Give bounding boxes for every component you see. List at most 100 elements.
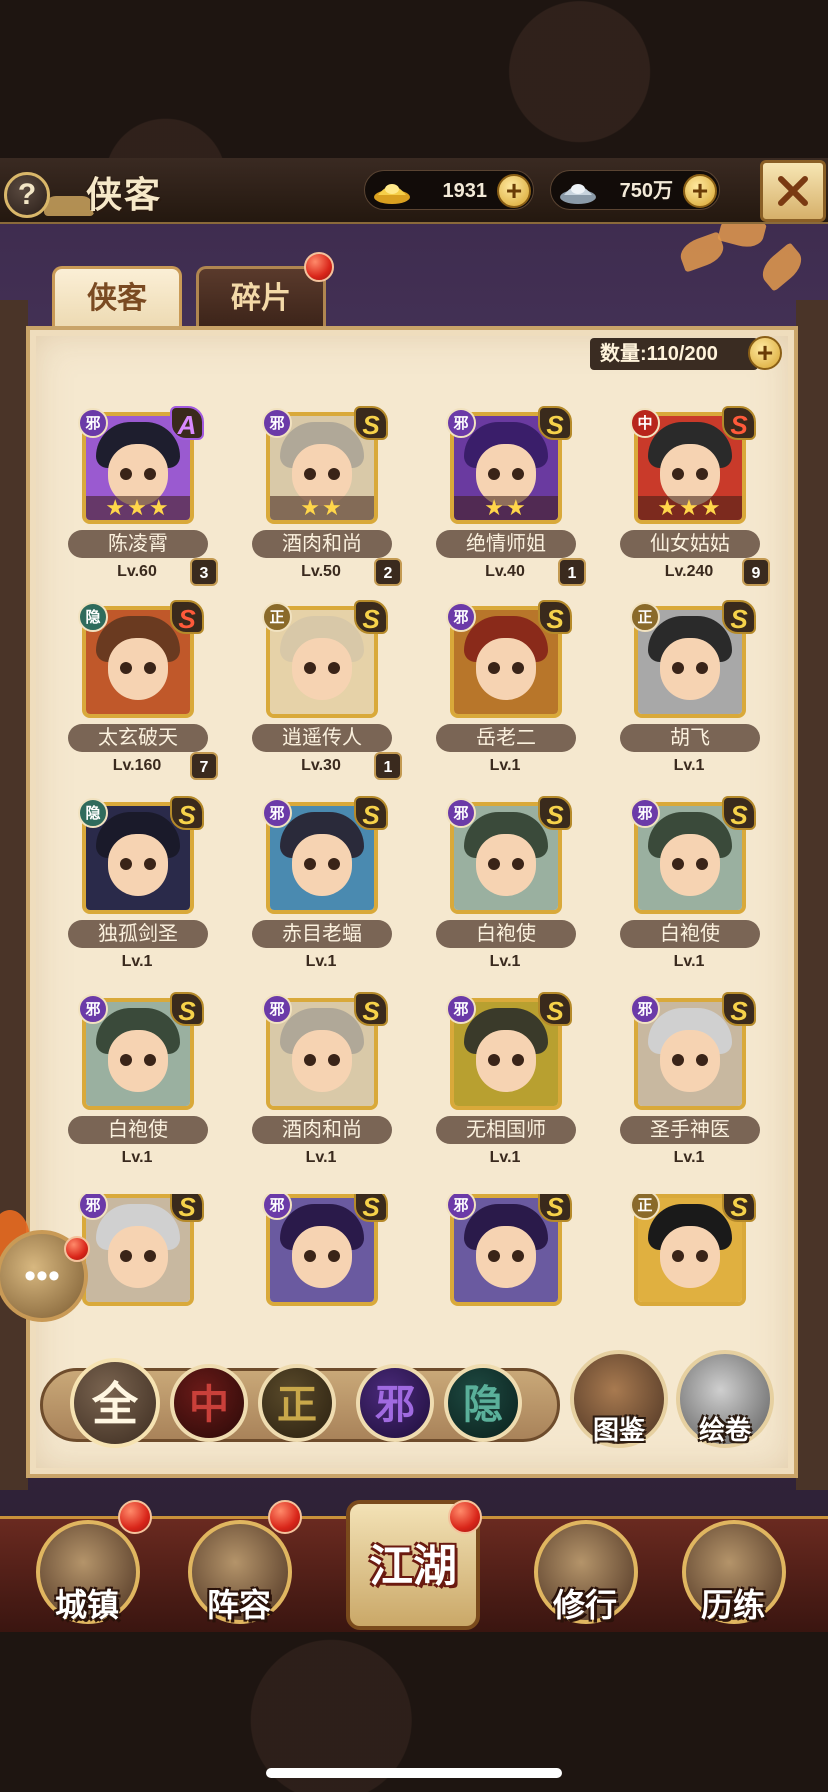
filter-xie[interactable]: 邪: [356, 1364, 434, 1442]
hero-card[interactable]: 邪 S 圣手神医 Lv.1: [604, 992, 774, 1178]
hero-card[interactable]: 隐 S 太玄破天 Lv.160 7: [52, 600, 222, 786]
hero-level: Lv.1: [673, 953, 705, 970]
nav-cultivate-label: 修行: [552, 1587, 617, 1623]
hero-card[interactable]: 邪 S 白袍使 Lv.1: [604, 796, 774, 982]
help-button[interactable]: ?: [4, 172, 50, 218]
faction-badge: 邪: [446, 994, 476, 1024]
rank-badge: S: [538, 796, 572, 830]
hero-name: 绝情师姐: [436, 530, 576, 558]
hero-card[interactable]: 正 S 逍遥传人 Lv.30 1: [236, 600, 406, 786]
hero-card[interactable]: 邪 S 白袍使 Lv.1: [52, 992, 222, 1178]
shard-count: 7: [190, 752, 218, 780]
hero-name: 独孤剑圣: [68, 920, 208, 948]
rank-badge: S: [354, 796, 388, 830]
hero-name: 陈凌霄: [68, 530, 208, 558]
faction-badge: 正: [262, 602, 292, 632]
faction-badge: 隐: [78, 798, 108, 828]
home-indicator[interactable]: [266, 1768, 562, 1778]
faction-badge: 邪: [78, 994, 108, 1024]
hero-name: 仙女姑姑: [620, 530, 760, 558]
nav-town-notification-dot: [118, 1500, 152, 1534]
hero-level: Lv.1: [489, 757, 521, 774]
faction-badge: 邪: [78, 408, 108, 438]
star-rating: ★★: [454, 496, 558, 520]
close-button[interactable]: [760, 160, 826, 222]
rank-badge: S: [722, 600, 756, 634]
panel-frame-right: [796, 300, 828, 1490]
filter-zhong[interactable]: 中: [170, 1364, 248, 1442]
rank-badge: S: [538, 992, 572, 1026]
hero-count: 数量:110/200: [590, 338, 758, 370]
scroll-label: 绘卷: [698, 1415, 751, 1445]
rank-badge: S: [538, 600, 572, 634]
hero-level: Lv.1: [305, 1149, 337, 1166]
hero-name: 胡飞: [620, 724, 760, 752]
faction-badge: 邪: [446, 798, 476, 828]
add-silver-button[interactable]: +: [683, 174, 717, 208]
chat-notification-dot: [64, 1236, 90, 1262]
add-gold-button[interactable]: +: [497, 174, 531, 208]
shard-count: 2: [374, 558, 402, 586]
rank-badge: S: [722, 796, 756, 830]
rank-badge: S: [354, 406, 388, 440]
hero-name: 酒肉和尚: [252, 1116, 392, 1144]
shard-count: 1: [558, 558, 586, 586]
hero-name: 圣手神医: [620, 1116, 760, 1144]
help-icon: ?: [17, 178, 37, 211]
filter-zheng[interactable]: 正: [258, 1364, 336, 1442]
hero-card[interactable]: 邪 S 无相国师 Lv.1: [420, 992, 590, 1178]
plus-icon: +: [505, 175, 523, 206]
faction-badge: 邪: [446, 602, 476, 632]
hero-card[interactable]: ★★ 邪 S 酒肉和尚 Lv.50 2: [236, 406, 406, 592]
hero-card[interactable]: 邪 S 赤目老蝠 Lv.1: [236, 796, 406, 982]
shard-count: 9: [742, 558, 770, 586]
star-rating: ★★: [270, 496, 374, 520]
fragments-notification-dot: [304, 252, 334, 282]
hero-card[interactable]: ★★ 邪 S 绝情师姐 Lv.40 1: [420, 406, 590, 592]
hero-card[interactable]: 邪 S 岳老二 Lv.1: [420, 600, 590, 786]
rank-badge: S: [538, 406, 572, 440]
rank-badge: S: [170, 796, 204, 830]
rank-badge: S: [170, 1194, 204, 1222]
rank-badge: S: [722, 992, 756, 1026]
faction-badge: 正: [630, 602, 660, 632]
rank-badge: S: [354, 992, 388, 1026]
tab-heroes[interactable]: 侠客: [52, 266, 182, 328]
filter-all[interactable]: 全: [70, 1358, 160, 1448]
hero-card[interactable]: ★★★ 邪 A 陈凌霄 Lv.60 3: [52, 406, 222, 592]
hero-name: 岳老二: [436, 724, 576, 752]
gold-amount: 1931: [442, 180, 488, 202]
shard-count: 1: [374, 752, 402, 780]
hero-card[interactable]: 隐 S 独孤剑圣 Lv.1: [52, 796, 222, 982]
plus-icon: +: [756, 337, 774, 368]
hero-card[interactable]: 邪 S 白袍使 Lv.1: [420, 796, 590, 982]
faction-badge: 邪: [262, 798, 292, 828]
hero-level: Lv.1: [305, 953, 337, 970]
hero-name: 逍遥传人: [252, 724, 392, 752]
hero-name: 白袍使: [436, 920, 576, 948]
faction-badge: 邪: [262, 994, 292, 1024]
silver-ingot-icon: [560, 184, 596, 204]
star-rating: ★★★: [638, 496, 742, 520]
hero-card[interactable]: ★★★ 中 S 仙女姑姑 Lv.240 9: [604, 406, 774, 592]
hero-level: Lv.1: [121, 1149, 153, 1166]
hero-card[interactable]: 邪S: [420, 1194, 590, 1306]
hero-level: Lv.1: [489, 1149, 521, 1166]
expand-capacity-button[interactable]: +: [748, 336, 782, 370]
silver-currency: 750万 +: [550, 170, 720, 210]
plus-icon: +: [691, 175, 709, 206]
shard-count: 3: [190, 558, 218, 586]
filter-yin[interactable]: 隐: [444, 1364, 522, 1442]
rank-badge: A: [170, 406, 204, 440]
faction-badge: 中: [630, 408, 660, 438]
hero-card[interactable]: 正 S 胡飞 Lv.1: [604, 600, 774, 786]
rank-badge: S: [722, 1194, 756, 1222]
hero-card[interactable]: 邪 S 酒肉和尚 Lv.1: [236, 992, 406, 1178]
hero-name: 白袍使: [620, 920, 760, 948]
hero-card[interactable]: 正S: [604, 1194, 774, 1306]
nav-lineup-notification-dot: [268, 1500, 302, 1534]
hero-name: 酒肉和尚: [252, 530, 392, 558]
hero-name: 太玄破天: [68, 724, 208, 752]
hero-card[interactable]: 邪S: [236, 1194, 406, 1306]
rank-badge: S: [170, 992, 204, 1026]
